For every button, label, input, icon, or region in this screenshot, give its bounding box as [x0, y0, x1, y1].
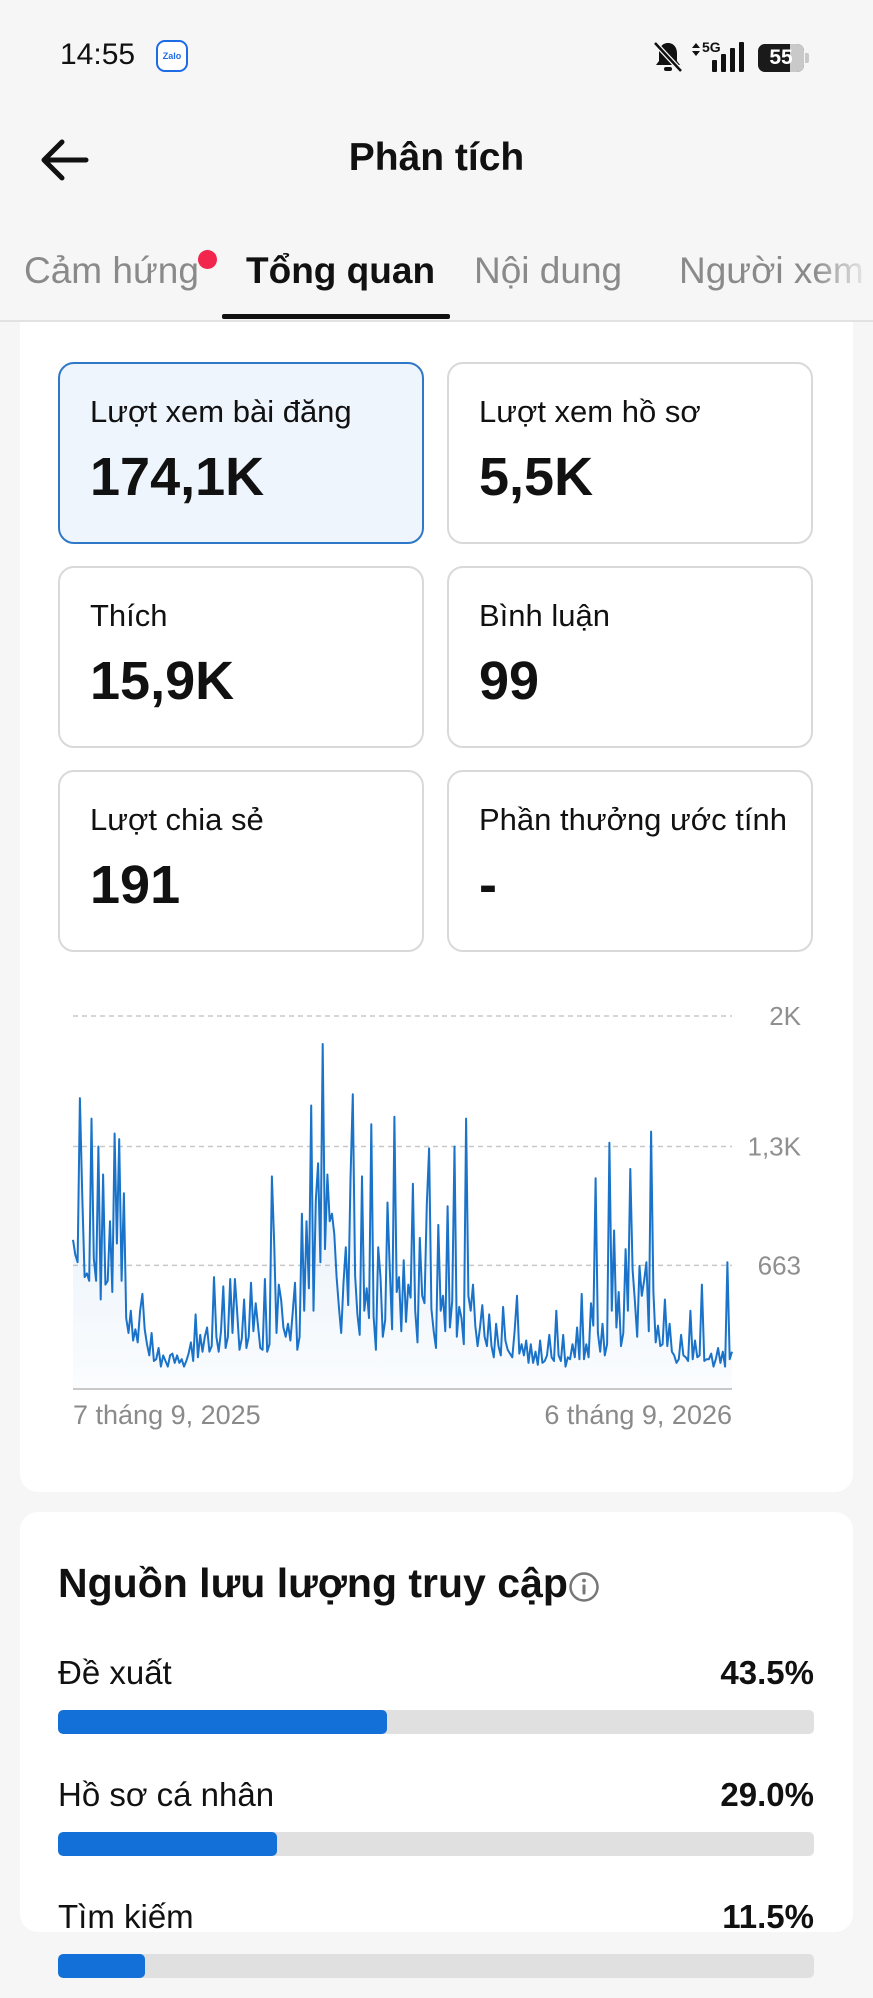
- chart-area-fill: [73, 1044, 732, 1389]
- source-name: Hồ sơ cá nhân: [58, 1776, 275, 1813]
- x-axis-end-label: 6 tháng 9, 2026: [544, 1400, 732, 1430]
- y-axis-tick-label: 2K: [769, 1001, 801, 1031]
- source-name: Đề xuất: [58, 1654, 172, 1691]
- source-progress-fill: [58, 1954, 145, 1978]
- source-name: Tìm kiếm: [58, 1898, 194, 1935]
- traffic-title: Nguồn lưu lượng truy cập: [58, 1560, 568, 1606]
- x-axis-start-label: 7 tháng 9, 2025: [73, 1400, 261, 1430]
- y-axis-tick-label: 1,3K: [748, 1132, 802, 1162]
- traffic-source-row: Hồ sơ cá nhân 29.0%: [58, 1776, 814, 1876]
- traffic-source-row: Tìm kiếm 11.5%: [58, 1898, 814, 1998]
- source-percent: 29.0%: [720, 1776, 814, 1813]
- source-progress-fill: [58, 1832, 278, 1856]
- source-progress-fill: [58, 1710, 387, 1734]
- y-axis-tick-label: 663: [758, 1250, 801, 1280]
- info-icon[interactable]: [568, 1571, 600, 1603]
- source-percent: 43.5%: [720, 1654, 814, 1691]
- source-progress-track: [58, 1832, 814, 1856]
- source-progress-track: [58, 1710, 814, 1734]
- traffic-source-row: Đề xuất 43.5%: [58, 1654, 814, 1754]
- source-progress-track: [58, 1954, 814, 1978]
- views-chart: 2K 1,3K 663: [72, 1001, 802, 1390]
- source-percent: 11.5%: [722, 1898, 814, 1935]
